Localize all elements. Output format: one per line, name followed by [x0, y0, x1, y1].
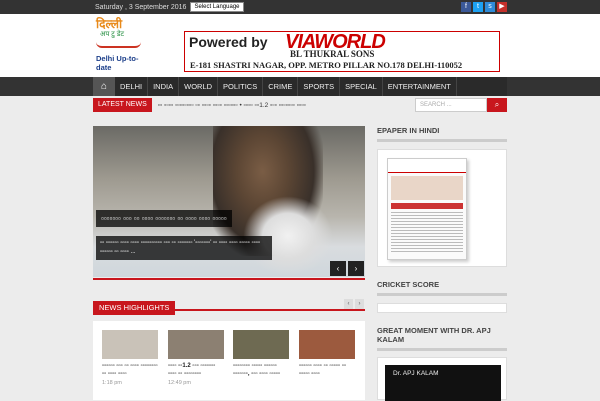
news-highlights-list: ▫▫▫▫▫▫ ▫▫▫ ▫▫ ▫▫▫▫ ▫▫▫▫▫▫▫▫ ▫▫ ▫▫▫▫ ▫▫▫▫…	[93, 321, 365, 400]
site-header: दिल्ली अप टु डेट Delhi Up-to-date Powere…	[0, 14, 600, 77]
news-card-title[interactable]: ▫▫▫▫▫▫ ▫▫▫▫ ▫▫ ▫▫▫▫▫ ▫▫ ▫▫▫▫▫ ▫▫▫▫	[299, 362, 355, 378]
slider-prev-button[interactable]: ‹	[330, 261, 346, 276]
news-card-title[interactable]: ▫▫▫▫▫▫ ▫▫▫ ▫▫ ▫▫▫▫ ▫▫▫▫▫▫▫▫ ▫▫ ▫▫▫▫ ▫▫▫▫	[102, 362, 158, 378]
epaper-thumbnail[interactable]	[387, 158, 467, 260]
nav-item-politics[interactable]: POLITICS	[218, 77, 264, 96]
slider-summary: ▫▫ ▫▫▫▫▫▫ ▫▫▫▫ ▫▫▫▫ ▫▫▫▫▫▫▫▫▫▫ ▫▫▫ ▫▫ ▫▫…	[96, 236, 272, 260]
nav-item-sports[interactable]: SPORTS	[298, 77, 341, 96]
slider-next-button[interactable]: ›	[348, 261, 364, 276]
apj-video-widget[interactable]: Dr. APJ KALAM	[377, 357, 507, 401]
cricket-score-widget[interactable]	[377, 303, 507, 313]
youtube-icon[interactable]: ▶	[497, 2, 507, 12]
cricket-heading: CRICKET SCORE	[377, 280, 507, 296]
news-card-image[interactable]	[299, 330, 355, 359]
slider-divider	[93, 278, 365, 280]
highlights-prev-button[interactable]: ‹	[344, 299, 353, 309]
news-highlights-label: NEWS HIGHLIGHTS	[93, 301, 176, 315]
banner-address: E-181 SHASTRI NAGAR, OPP. METRO PILLAR N…	[190, 60, 463, 70]
ticker-text[interactable]: ▫▫ ▫▫▫▫ ▫▫▫▫▫▫▫▫ ▫▫ ▫▫▫▫ ▫▫▫▫ ▫▫▫▫▫▫ • ▫…	[158, 102, 378, 109]
logo-sub: अप टु डेट	[100, 31, 125, 38]
news-card[interactable]: ▫▫▫▫ ▫▫1.2 ▫▫▫ ▫▫▫▫▫▫▫ ▫▫▫▫ ▫▫ ▫▫▫▫▫▫▫▫ …	[168, 330, 224, 386]
epaper-masthead	[388, 159, 466, 173]
news-card-image[interactable]	[102, 330, 158, 359]
epaper-text-lines	[391, 212, 463, 252]
search-icon[interactable]: ⌕	[487, 98, 507, 112]
latest-news-label: LATEST NEWS	[93, 98, 152, 112]
language-select[interactable]: Select Language	[190, 2, 244, 12]
news-card[interactable]: ▫▫▫▫▫▫▫▫ ▫▫▫▫▫ ▫▫▫▫▫▫ ▫▫▫▫▫▫▫, ▫▫▫ ▫▫▫▫ …	[233, 330, 289, 380]
news-card-time: 12:49 pm	[168, 380, 191, 386]
epaper-widget[interactable]	[377, 149, 507, 267]
news-card-image[interactable]	[233, 330, 289, 359]
apj-heading-wrap: GREAT MOMENT WITH DR. APJ KALAM	[377, 326, 507, 351]
top-bar: Saturday , 3 September 2016 Select Langu…	[0, 0, 600, 14]
highlights-next-button[interactable]: ›	[355, 299, 364, 309]
logo-swoosh	[96, 42, 141, 48]
apj-heading: GREAT MOMENT WITH DR. APJ KALAM	[377, 326, 507, 351]
nav-item-delhi[interactable]: DELHI	[115, 77, 149, 96]
video-player[interactable]: Dr. APJ KALAM	[385, 365, 501, 401]
epaper-headline-bar	[391, 203, 463, 209]
skype-icon[interactable]: s	[485, 2, 495, 12]
epaper-photo	[391, 176, 463, 200]
header-ad-banner[interactable]: Powered by VIAWORLD BL THUKRAL SONS E-18…	[184, 31, 500, 72]
news-card-title[interactable]: ▫▫▫▫ ▫▫1.2 ▫▫▫ ▫▫▫▫▫▫▫ ▫▫▫▫ ▫▫ ▫▫▫▫▫▫▫▫	[168, 362, 224, 378]
nav-item-world[interactable]: WORLD	[179, 77, 219, 96]
nav-item-crime[interactable]: CRIME	[263, 77, 299, 96]
search-input[interactable]: SEARCH ...	[415, 98, 487, 112]
social-links: f t s ▶	[461, 2, 507, 12]
news-card-title[interactable]: ▫▫▫▫▫▫▫▫ ▫▫▫▫▫ ▫▫▫▫▫▫ ▫▫▫▫▫▫▫, ▫▫▫ ▫▫▫▫ …	[233, 362, 289, 378]
cricket-heading-wrap: CRICKET SCORE	[377, 280, 507, 296]
nav-item-special[interactable]: SPECIAL	[340, 77, 383, 96]
home-icon[interactable]: ⌂	[93, 77, 115, 96]
epaper-heading: EPAPER IN HINDI	[377, 126, 507, 142]
twitter-icon[interactable]: t	[473, 2, 483, 12]
current-date: Saturday , 3 September 2016	[95, 3, 187, 11]
nav-item-india[interactable]: INDIA	[148, 77, 180, 96]
news-highlights-header: NEWS HIGHLIGHTS ‹ ›	[93, 297, 365, 315]
logo-english: Delhi Up-to-date	[96, 54, 139, 72]
news-card[interactable]: ▫▫▫▫▫▫ ▫▫▫ ▫▫ ▫▫▫▫ ▫▫▫▫▫▫▫▫ ▫▫ ▫▫▫▫ ▫▫▫▫…	[102, 330, 158, 386]
banner-powered: Powered by	[189, 34, 268, 50]
epaper-heading-wrap: EPAPER IN HINDI	[377, 126, 507, 142]
news-card-image[interactable]	[168, 330, 224, 359]
nav-item-entertainment[interactable]: ENTERTAINMENT	[383, 77, 457, 96]
site-logo[interactable]: दिल्ली अप टु डेट Delhi Up-to-date	[96, 18, 151, 74]
news-card[interactable]: ▫▫▫▫▫▫ ▫▫▫▫ ▫▫ ▫▫▫▫▫ ▫▫ ▫▫▫▫▫ ▫▫▫▫	[299, 330, 355, 380]
news-ticker: LATEST NEWS ▫▫ ▫▫▫▫ ▫▫▫▫▫▫▫▫ ▫▫ ▫▫▫▫ ▫▫▫…	[93, 97, 507, 113]
main-nav: ⌂ DELHI INDIA WORLD POLITICS CRIME SPORT…	[93, 77, 507, 96]
banner-sub: BL THUKRAL SONS	[290, 49, 375, 59]
slider-headline[interactable]: ▫▫▫▫▫▫▫ ▫▫▫ ▫▫ ▫▫▫▫ ▫▫▫▫▫▫▫ ▫▫ ▫▫▫▫ ▫▫▫▫…	[96, 210, 232, 227]
logo-hindi: दिल्ली	[96, 17, 123, 31]
featured-slider[interactable]: ▫▫▫▫▫▫▫ ▫▫▫ ▫▫ ▫▫▫▫ ▫▫▫▫▫▫▫ ▫▫ ▫▫▫▫ ▫▫▫▫…	[93, 126, 365, 277]
news-card-time: 1:18 pm	[102, 380, 122, 386]
facebook-icon[interactable]: f	[461, 2, 471, 12]
